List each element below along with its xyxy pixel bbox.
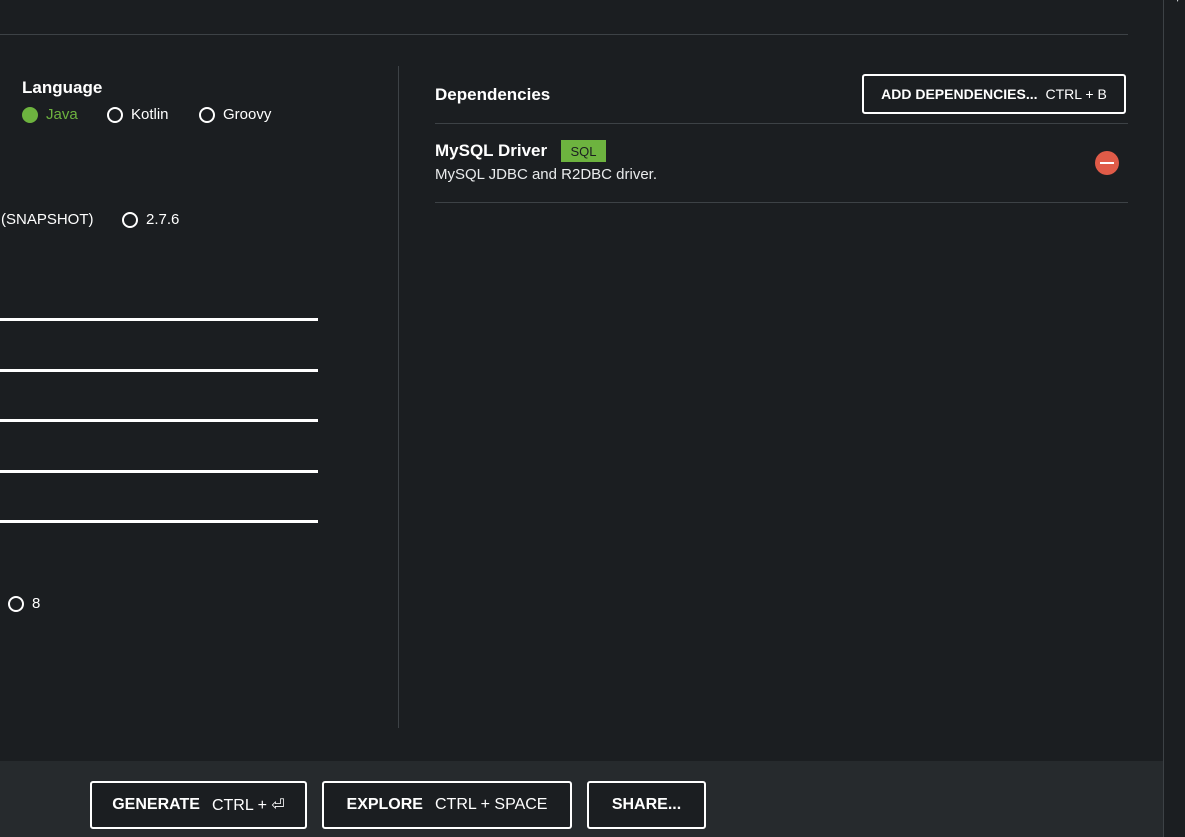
metadata-field-description[interactable]	[0, 470, 318, 473]
dependency-name: MySQL Driver	[435, 141, 548, 160]
radio-language-kotlin[interactable]: Kotlin	[107, 106, 169, 123]
dependency-tag: SQL	[561, 140, 606, 162]
column-divider	[398, 66, 399, 728]
radio-java-version-8[interactable]: 8	[8, 595, 40, 612]
radio-label: Groovy	[223, 106, 272, 123]
remove-dependency-icon[interactable]	[1095, 151, 1119, 175]
dependency-description: MySQL JDBC and R2DBC driver.	[435, 166, 658, 183]
generate-button[interactable]: GENERATE CTRL + ⏎	[90, 781, 307, 829]
metadata-field-package[interactable]	[0, 520, 318, 523]
radio-label: 8	[32, 595, 41, 612]
explore-button[interactable]: EXPLORE CTRL + SPACE	[322, 781, 572, 829]
radio-label: Kotlin	[131, 106, 169, 123]
radio-icon	[199, 106, 215, 123]
metadata-field-artifact[interactable]	[0, 369, 318, 372]
radio-icon	[107, 106, 123, 123]
spring-boot-snapshot-label[interactable]: (SNAPSHOT)	[1, 211, 94, 228]
radio-icon	[8, 595, 24, 612]
add-dependencies-shortcut: CTRL + B	[1045, 86, 1107, 102]
radio-label: Java	[46, 106, 78, 123]
radio-label: 2.7.6	[146, 211, 180, 228]
add-dependencies-label: ADD DEPENDENCIES...	[881, 86, 1038, 102]
corner-icon: ◠	[1176, 0, 1185, 10]
metadata-field-group[interactable]	[0, 318, 318, 321]
radio-icon	[122, 211, 138, 228]
dependencies-title: Dependencies	[435, 85, 551, 104]
language-title: Language	[22, 78, 103, 97]
metadata-field-name[interactable]	[0, 419, 318, 422]
share-button[interactable]: SHARE...	[587, 781, 706, 829]
dependency-item-divider	[435, 202, 1128, 203]
add-dependencies-button[interactable]: ADD DEPENDENCIES... CTRL + B	[862, 74, 1126, 114]
radio-language-groovy[interactable]: Groovy	[199, 106, 271, 123]
radio-selected-icon	[22, 106, 38, 123]
dependencies-divider	[435, 123, 1128, 124]
right-panel-border	[1163, 0, 1164, 837]
radio-spring-boot-2-7-6[interactable]: 2.7.6	[122, 211, 179, 228]
top-divider	[0, 34, 1128, 35]
radio-language-java[interactable]: Java	[22, 106, 78, 123]
